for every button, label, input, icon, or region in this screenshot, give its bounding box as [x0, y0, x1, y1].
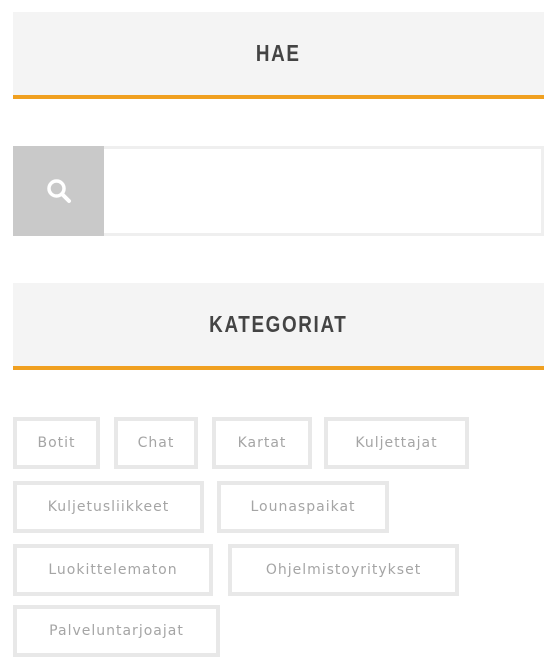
tag-luokittelematon[interactable]: Luokittelematon	[13, 544, 213, 596]
categories-widget-header: KATEGORIAT	[13, 283, 544, 370]
search-icon	[46, 179, 71, 203]
search-widget-header: HAE	[13, 12, 544, 99]
search-button[interactable]	[13, 146, 104, 236]
tag-botit[interactable]: Botit	[13, 417, 100, 469]
search-widget-title: HAE	[256, 40, 301, 66]
tag-chat[interactable]: Chat	[114, 417, 198, 469]
search-input[interactable]	[104, 146, 544, 236]
tag-kuljettajat[interactable]: Kuljettajat	[324, 417, 469, 469]
tag-palveluntarjoajat[interactable]: Palveluntarjoajat	[13, 605, 220, 657]
tag-kartat[interactable]: Kartat	[212, 417, 312, 469]
tag-kuljetusliikkeet[interactable]: Kuljetusliikkeet	[13, 481, 204, 533]
tag-ohjelmistoyritykset[interactable]: Ohjelmistoyritykset	[228, 544, 459, 596]
tag-lounaspaikat[interactable]: Lounaspaikat	[217, 481, 389, 533]
categories-widget-title: KATEGORIAT	[209, 311, 348, 337]
search-form	[13, 146, 544, 236]
